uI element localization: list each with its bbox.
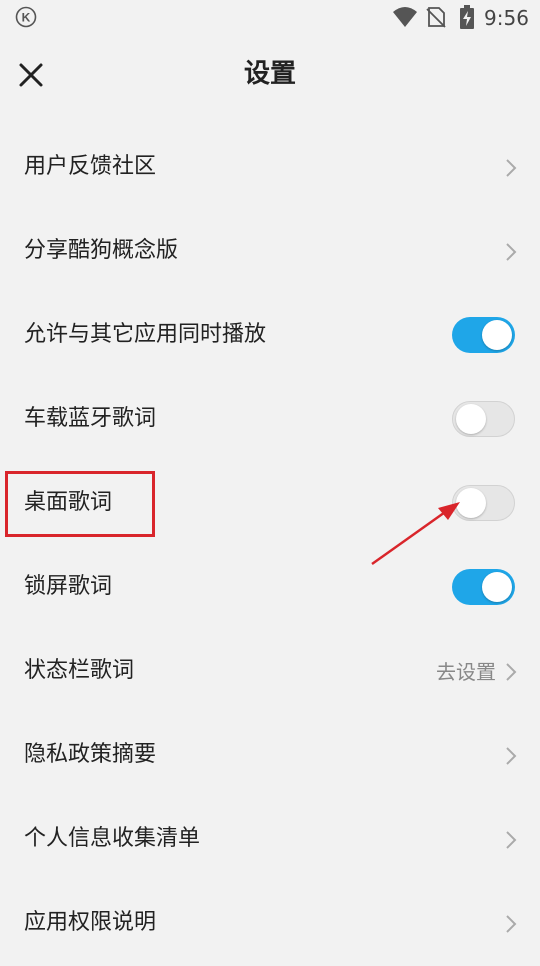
row-share-app[interactable]: 分享酷狗概念版 xyxy=(0,210,540,294)
chevron-right-icon xyxy=(506,663,517,681)
row-personal-info-list[interactable]: 个人信息收集清单 xyxy=(0,798,540,882)
row-label: 车载蓝牙歌词 xyxy=(24,406,157,431)
row-permissions-info[interactable]: 应用权限说明 xyxy=(0,882,540,966)
lockscreen-lyrics-toggle[interactable] xyxy=(452,569,515,605)
row-label: 状态栏歌词 xyxy=(24,658,135,683)
row-desktop-lyrics: 桌面歌词 xyxy=(0,462,540,546)
row-statusbar-lyrics[interactable]: 状态栏歌词 去设置 xyxy=(0,630,540,714)
row-lockscreen-lyrics: 锁屏歌词 xyxy=(0,546,540,630)
k-app-icon: K xyxy=(15,6,37,28)
row-feedback-community[interactable]: 用户反馈社区 xyxy=(0,126,540,210)
toggle-knob xyxy=(456,404,486,434)
wifi-icon xyxy=(393,7,417,27)
row-label: 个人信息收集清单 xyxy=(24,826,201,851)
car-bluetooth-lyrics-toggle[interactable] xyxy=(452,401,515,437)
svg-text:K: K xyxy=(22,11,31,25)
settings-list: 用户反馈社区 分享酷狗概念版 允许与其它应用同时播放 车载蓝牙歌词 桌面歌词 锁… xyxy=(0,126,540,966)
mix-playback-toggle[interactable] xyxy=(452,317,515,353)
row-car-bluetooth-lyrics: 车载蓝牙歌词 xyxy=(0,378,540,462)
battery-charging-icon xyxy=(460,5,474,29)
toggle-knob xyxy=(456,488,486,518)
chevron-right-icon xyxy=(506,747,517,765)
row-label: 分享酷狗概念版 xyxy=(24,238,179,263)
toggle-knob xyxy=(482,320,512,350)
row-label: 应用权限说明 xyxy=(24,910,157,935)
status-time: 9:56 xyxy=(484,6,529,30)
desktop-lyrics-toggle[interactable] xyxy=(452,485,515,521)
chevron-right-icon xyxy=(506,831,517,849)
statusbar-lyrics-value: 去设置 xyxy=(436,660,496,684)
row-privacy-summary[interactable]: 隐私政策摘要 xyxy=(0,714,540,798)
row-label: 用户反馈社区 xyxy=(24,154,157,179)
toggle-knob xyxy=(482,572,512,602)
page-title: 设置 xyxy=(243,59,296,89)
row-label: 桌面歌词 xyxy=(24,490,113,515)
chevron-right-icon xyxy=(506,915,517,933)
status-bar: K 9:56 xyxy=(0,0,540,36)
row-label: 允许与其它应用同时播放 xyxy=(24,322,267,347)
chevron-right-icon xyxy=(506,159,517,177)
row-label: 锁屏歌词 xyxy=(24,574,113,599)
row-mix-playback: 允许与其它应用同时播放 xyxy=(0,294,540,378)
row-label: 隐私政策摘要 xyxy=(24,742,157,767)
no-sim-icon xyxy=(426,7,446,28)
header: 设置 xyxy=(0,36,540,114)
chevron-right-icon xyxy=(506,243,517,261)
